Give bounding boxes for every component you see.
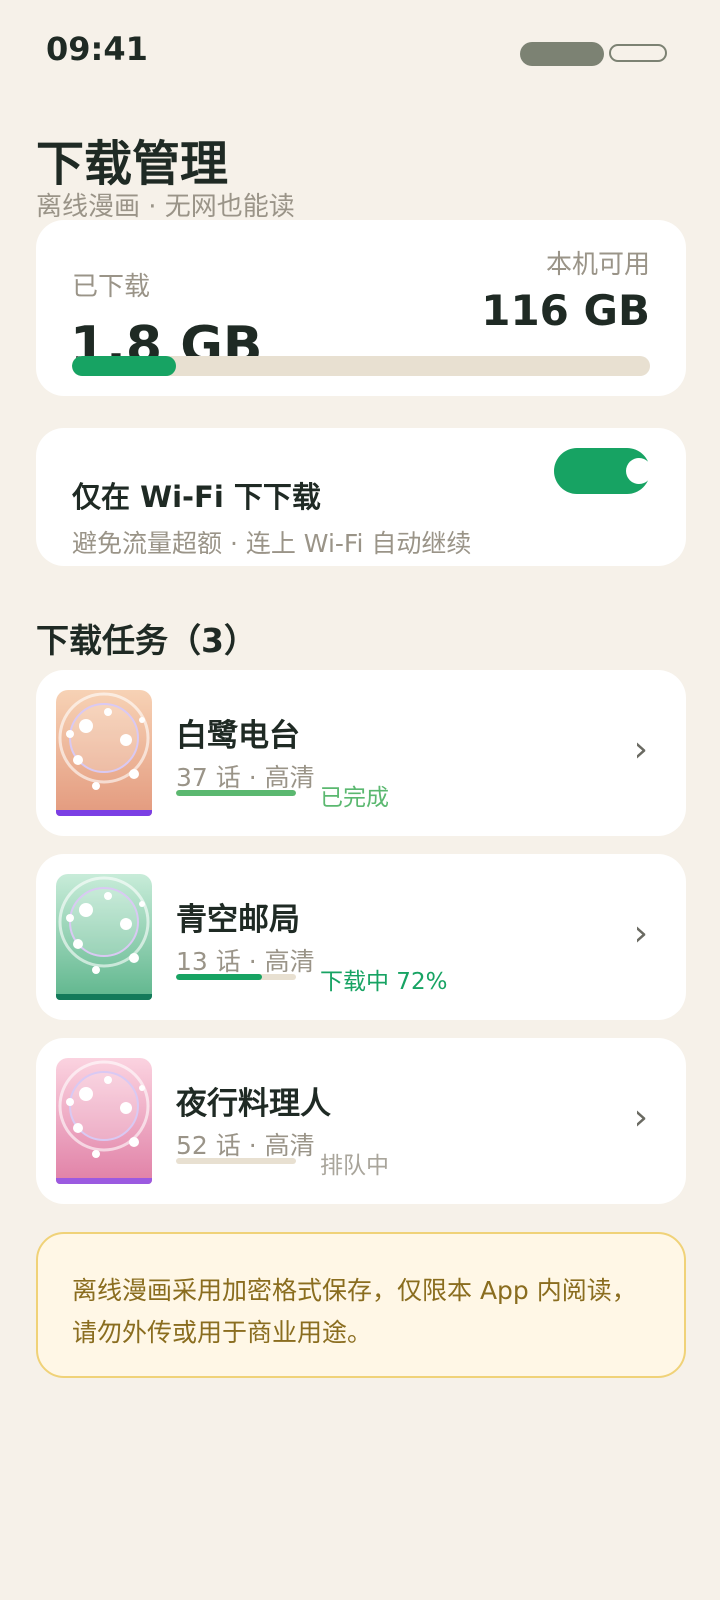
comic-cover-image xyxy=(56,1058,152,1184)
task-progress-bar xyxy=(176,1158,296,1164)
task-card[interactable]: 青空邮局 13 话 · 高清 下载中 72% › xyxy=(36,854,686,1020)
task-meta: 37 话 · 高清 xyxy=(176,763,315,792)
wifi-only-title: 仅在 Wi-Fi 下下载 xyxy=(72,480,321,514)
chevron-right-icon: › xyxy=(633,913,648,954)
task-status: 下载中 72% xyxy=(320,969,448,995)
comic-cover-image xyxy=(56,690,152,816)
toggle-knob xyxy=(626,458,652,484)
task-status: 排队中 xyxy=(320,1153,389,1179)
notice-text: 离线漫画采用加密格式保存，仅限本 App 内阅读，请勿外传或用于商业用途。 xyxy=(72,1276,637,1347)
task-progress-bar xyxy=(176,790,296,796)
status-bar: 09:41 xyxy=(0,0,720,100)
storage-usage-bar xyxy=(72,356,650,376)
wifi-only-description: 避免流量超额 · 连上 Wi-Fi 自动继续 xyxy=(72,529,472,558)
wifi-only-toggle[interactable] xyxy=(554,448,652,494)
task-status: 已完成 xyxy=(320,785,389,811)
tasks-section-title: 下载任务（3） xyxy=(36,621,257,660)
storage-usage-fill xyxy=(72,356,177,376)
task-title: 夜行料理人 xyxy=(176,1086,331,1122)
page-title: 下载管理 xyxy=(36,136,229,192)
task-progress-bar xyxy=(176,974,296,980)
task-progress-fill xyxy=(176,790,296,796)
available-value: 116 GB xyxy=(481,286,650,335)
chevron-right-icon: › xyxy=(633,1097,648,1138)
task-meta: 52 话 · 高清 xyxy=(176,1131,315,1160)
task-card[interactable]: 白鹭电台 37 话 · 高清 已完成 › xyxy=(36,670,686,836)
task-title: 白鹭电台 xyxy=(176,718,300,754)
task-title: 青空邮局 xyxy=(176,902,300,938)
task-card[interactable]: 夜行料理人 52 话 · 高清 排队中 › xyxy=(36,1038,686,1204)
signal-pill-icon xyxy=(520,42,604,66)
page-subtitle: 离线漫画 · 无网也能读 xyxy=(36,192,295,222)
task-progress-fill xyxy=(176,974,263,980)
chevron-right-icon: › xyxy=(633,729,648,770)
comic-cover-image xyxy=(56,874,152,1000)
storage-card: 已下载 1.8 GB 本机可用 116 GB xyxy=(36,220,686,396)
notice-card: 离线漫画采用加密格式保存，仅限本 App 内阅读，请勿外传或用于商业用途。 xyxy=(36,1232,686,1378)
status-time: 09:41 xyxy=(46,30,148,68)
task-meta: 13 话 · 高清 xyxy=(176,947,315,976)
battery-icon xyxy=(609,44,667,62)
available-label: 本机可用 xyxy=(545,250,650,280)
downloaded-label: 已下载 xyxy=(72,272,151,302)
wifi-only-card: 仅在 Wi-Fi 下下载 避免流量超额 · 连上 Wi-Fi 自动继续 xyxy=(36,428,686,566)
